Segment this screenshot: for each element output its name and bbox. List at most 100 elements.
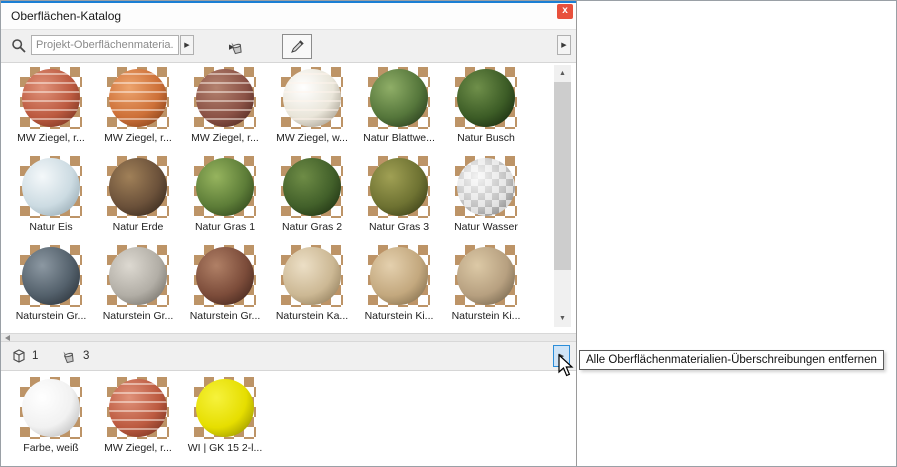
material-item[interactable]: Farbe, weiß bbox=[20, 377, 82, 454]
material-label: MW Ziegel, r... bbox=[5, 132, 97, 144]
material-thumbnail[interactable] bbox=[194, 245, 256, 307]
splitter-grip-icon bbox=[5, 335, 10, 341]
material-thumbnail[interactable] bbox=[455, 245, 517, 307]
material-label: Natur Blattwe... bbox=[353, 132, 445, 144]
material-thumbnail[interactable] bbox=[107, 377, 169, 439]
material-item[interactable]: MW Ziegel, r... bbox=[107, 67, 169, 144]
model-count: 1 bbox=[32, 350, 38, 362]
material-sphere bbox=[196, 247, 254, 305]
material-sphere bbox=[370, 158, 428, 216]
titlebar[interactable]: Oberflächen-Katalog x bbox=[1, 3, 576, 29]
material-label: Natur Eis bbox=[5, 221, 97, 233]
material-thumbnail[interactable] bbox=[194, 67, 256, 129]
material-sphere bbox=[283, 69, 341, 127]
material-thumbnail[interactable] bbox=[107, 67, 169, 129]
material-sphere bbox=[22, 158, 80, 216]
material-sphere bbox=[109, 158, 167, 216]
material-thumbnail[interactable] bbox=[368, 245, 430, 307]
material-thumbnail[interactable] bbox=[20, 156, 82, 218]
material-thumbnail[interactable] bbox=[455, 67, 517, 129]
material-item[interactable]: WI | GK 15 2-l... bbox=[194, 377, 256, 454]
material-label: MW Ziegel, r... bbox=[92, 132, 184, 144]
material-label: Naturstein Ka... bbox=[266, 310, 358, 322]
scrollbar-thumb[interactable] bbox=[554, 82, 571, 270]
material-thumbnail[interactable] bbox=[281, 67, 343, 129]
scroll-up-button[interactable]: ▲ bbox=[554, 65, 571, 82]
material-label: Farbe, weiß bbox=[5, 442, 97, 454]
material-item[interactable]: Natur Gras 2 bbox=[281, 156, 343, 233]
material-thumbnail[interactable] bbox=[107, 245, 169, 307]
material-thumbnail[interactable] bbox=[20, 245, 82, 307]
material-item[interactable]: Naturstein Ki... bbox=[368, 245, 430, 322]
material-item[interactable]: MW Ziegel, w... bbox=[281, 67, 343, 144]
material-item[interactable]: Natur Eis bbox=[20, 156, 82, 233]
material-thumbnail[interactable] bbox=[107, 156, 169, 218]
material-label: WI | GK 15 2-l... bbox=[179, 442, 271, 454]
splitter-handle[interactable] bbox=[1, 333, 576, 342]
close-button[interactable]: x bbox=[557, 4, 573, 19]
material-item[interactable]: Natur Erde bbox=[107, 156, 169, 233]
material-sphere bbox=[109, 247, 167, 305]
material-sphere bbox=[22, 247, 80, 305]
material-sphere bbox=[22, 69, 80, 127]
toolbar: ▶ ▶ ▶ bbox=[1, 29, 576, 63]
override-count: 3 bbox=[83, 350, 89, 362]
screen: Oberflächen-Katalog x ▶ ▶ bbox=[0, 0, 897, 467]
material-thumbnail[interactable] bbox=[20, 67, 82, 129]
material-sphere bbox=[196, 158, 254, 216]
tooltip: Alle Oberflächenmaterialien-Überschreibu… bbox=[579, 350, 884, 370]
surface-catalog-dialog: Oberflächen-Katalog x ▶ ▶ bbox=[1, 1, 577, 466]
flyout-arrow-icon: ▶ bbox=[559, 352, 564, 360]
material-thumbnail[interactable] bbox=[281, 156, 343, 218]
material-label: Natur Gras 2 bbox=[266, 221, 358, 233]
material-item[interactable]: Natur Busch bbox=[455, 67, 517, 144]
material-item[interactable]: Natur Gras 1 bbox=[194, 156, 256, 233]
search-input[interactable] bbox=[31, 35, 179, 55]
material-thumbnail[interactable] bbox=[194, 156, 256, 218]
material-thumbnail[interactable] bbox=[20, 377, 82, 439]
material-label: Natur Busch bbox=[440, 132, 532, 144]
toolbar-flyout-button[interactable]: ▶ bbox=[557, 35, 571, 55]
material-label: Natur Wasser bbox=[440, 221, 532, 233]
material-thumbnail[interactable] bbox=[455, 156, 517, 218]
vertical-scrollbar[interactable]: ▲ ▼ bbox=[554, 65, 571, 327]
material-thumbnail[interactable] bbox=[194, 377, 256, 439]
material-item[interactable]: Naturstein Ki... bbox=[455, 245, 517, 322]
material-item[interactable]: Naturstein Gr... bbox=[107, 245, 169, 322]
window-title: Oberflächen-Katalog bbox=[11, 9, 121, 23]
material-item[interactable]: MW Ziegel, r... bbox=[107, 377, 169, 454]
material-thumbnail[interactable] bbox=[368, 67, 430, 129]
material-item[interactable]: Natur Wasser bbox=[455, 156, 517, 233]
material-sphere bbox=[283, 158, 341, 216]
material-item[interactable]: Naturstein Gr... bbox=[194, 245, 256, 322]
material-sphere bbox=[283, 247, 341, 305]
material-thumbnail[interactable] bbox=[368, 156, 430, 218]
material-sphere bbox=[109, 69, 167, 127]
eyedropper-button[interactable] bbox=[282, 34, 312, 59]
material-sphere bbox=[22, 379, 80, 437]
material-item[interactable]: MW Ziegel, r... bbox=[194, 67, 256, 144]
catalog-grid: MW Ziegel, r...MW Ziegel, r...MW Ziegel,… bbox=[1, 67, 517, 322]
scroll-up-icon: ▲ bbox=[559, 70, 566, 77]
material-item[interactable]: Natur Gras 3 bbox=[368, 156, 430, 233]
material-thumbnail[interactable] bbox=[281, 245, 343, 307]
material-sphere bbox=[196, 69, 254, 127]
model-cube-icon bbox=[11, 348, 27, 364]
flyout-arrow-icon: ▶ bbox=[184, 41, 189, 49]
material-label: Naturstein Ki... bbox=[440, 310, 532, 322]
paint-bucket-button[interactable]: ▶ bbox=[229, 34, 269, 59]
search-flyout-button[interactable]: ▶ bbox=[180, 35, 194, 55]
material-sphere bbox=[457, 158, 515, 216]
material-item[interactable]: Naturstein Gr... bbox=[20, 245, 82, 322]
overrides-flyout-button[interactable]: ▶ bbox=[553, 345, 570, 367]
material-label: MW Ziegel, r... bbox=[179, 132, 271, 144]
material-item[interactable]: Naturstein Ka... bbox=[281, 245, 343, 322]
material-label: Natur Erde bbox=[92, 221, 184, 233]
material-sphere bbox=[109, 379, 167, 437]
material-item[interactable]: Natur Blattwe... bbox=[368, 67, 430, 144]
scroll-down-button[interactable]: ▼ bbox=[554, 310, 571, 327]
overrides-grid-view: Farbe, weiß MW Ziegel, r... WI | GK 15 2-l… bbox=[1, 371, 576, 465]
material-label: Naturstein Gr... bbox=[5, 310, 97, 322]
material-item[interactable]: MW Ziegel, r... bbox=[20, 67, 82, 144]
material-sphere bbox=[370, 247, 428, 305]
